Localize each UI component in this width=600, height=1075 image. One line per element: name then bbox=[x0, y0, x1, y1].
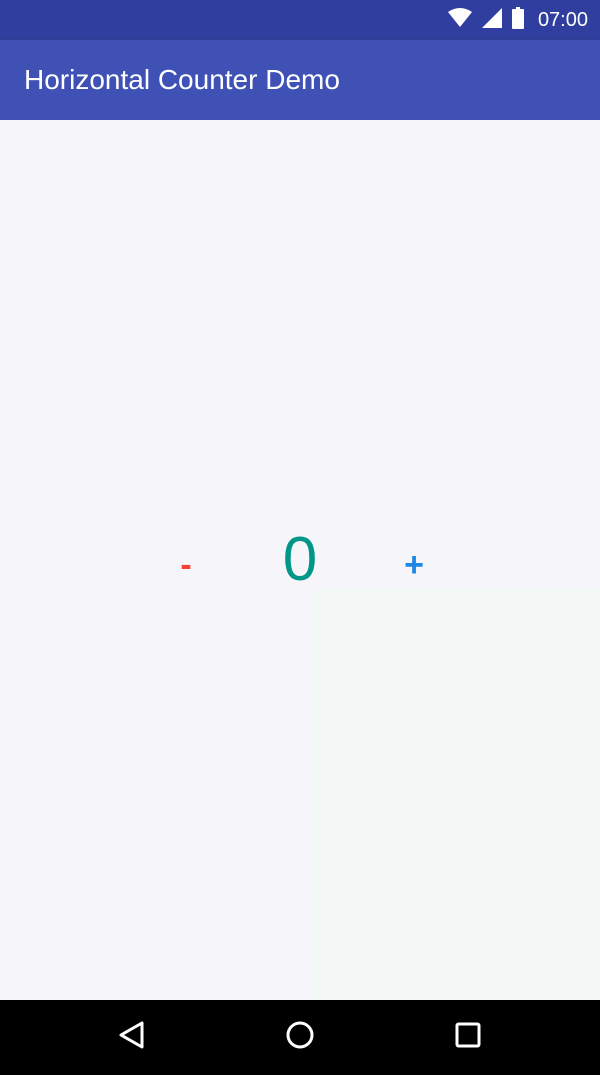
decrement-button[interactable]: - bbox=[141, 520, 231, 600]
page-title: Horizontal Counter Demo bbox=[24, 64, 340, 95]
content-shade bbox=[312, 588, 600, 1000]
recents-button[interactable] bbox=[428, 1000, 508, 1075]
signal-icon bbox=[481, 7, 502, 33]
app-bar: Horizontal Counter Demo bbox=[0, 40, 600, 120]
content-area: - 0 + bbox=[0, 120, 600, 1000]
battery-icon bbox=[511, 6, 524, 34]
back-icon bbox=[118, 1020, 146, 1055]
status-time: 07:00 bbox=[537, 8, 588, 31]
home-icon bbox=[285, 1020, 315, 1055]
navigation-bar bbox=[0, 1000, 600, 1075]
wifi-icon bbox=[447, 7, 472, 33]
home-button[interactable] bbox=[260, 1000, 340, 1075]
increment-button[interactable]: + bbox=[369, 520, 459, 600]
recents-icon bbox=[454, 1021, 482, 1054]
counter-value: 0 bbox=[282, 525, 318, 594]
horizontal-counter: - 0 + bbox=[0, 520, 600, 600]
status-bar: 07:00 bbox=[0, 0, 600, 40]
back-button[interactable] bbox=[92, 1000, 172, 1075]
status-icons: 07:00 bbox=[447, 0, 588, 40]
